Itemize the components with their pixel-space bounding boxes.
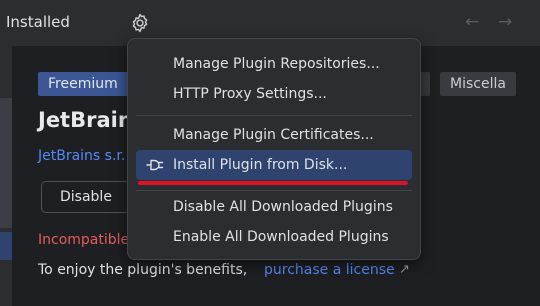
disable-button[interactable]: Disable (41, 181, 131, 213)
menu-item-install-from-disk[interactable]: Install Plugin from Disk... (136, 150, 412, 180)
menu-item-label: Install Plugin from Disk... (173, 157, 348, 173)
plugin-list-item[interactable] (0, 98, 12, 228)
gear-icon[interactable] (129, 12, 151, 34)
menu-item-label: Manage Plugin Certificates... (173, 127, 374, 143)
plugin-list-item-selected[interactable] (0, 232, 12, 260)
menu-item-label: Enable All Downloaded Plugins (173, 229, 389, 245)
incompatible-warning: Incompatible (38, 232, 130, 248)
menu-item-manage-repositories[interactable]: Manage Plugin Repositories... (136, 49, 412, 79)
menu-separator (136, 115, 412, 116)
menu-separator (136, 190, 412, 191)
vendor-link[interactable]: JetBrains s.r. (38, 148, 125, 164)
annotation-underline (138, 181, 408, 185)
arrow-right-icon[interactable]: → (498, 12, 512, 32)
menu-item-http-proxy[interactable]: HTTP Proxy Settings... (136, 79, 412, 109)
menu-item-enable-all[interactable]: Enable All Downloaded Plugins (136, 222, 412, 252)
external-link-icon: ↗ (399, 262, 410, 277)
tag-miscellaneous: Miscella (440, 72, 516, 96)
menu-item-disable-all[interactable]: Disable All Downloaded Plugins (136, 192, 412, 222)
gear-dropdown-menu: Manage Plugin Repositories... HTTP Proxy… (127, 38, 421, 260)
tag-freemium: Freemium (38, 72, 128, 96)
menu-item-label: HTTP Proxy Settings... (173, 86, 327, 102)
menu-item-manage-certificates[interactable]: Manage Plugin Certificates... (136, 120, 412, 150)
purchase-license-link[interactable]: purchase a license (264, 262, 395, 278)
arrow-left-icon[interactable]: ← (465, 12, 479, 32)
tab-installed[interactable]: Installed (6, 13, 70, 31)
benefits-text: To enjoy the plugin's benefits, (38, 262, 248, 278)
menu-item-label: Manage Plugin Repositories... (173, 56, 380, 72)
plug-icon (146, 159, 164, 171)
menu-item-label: Disable All Downloaded Plugins (173, 199, 393, 215)
